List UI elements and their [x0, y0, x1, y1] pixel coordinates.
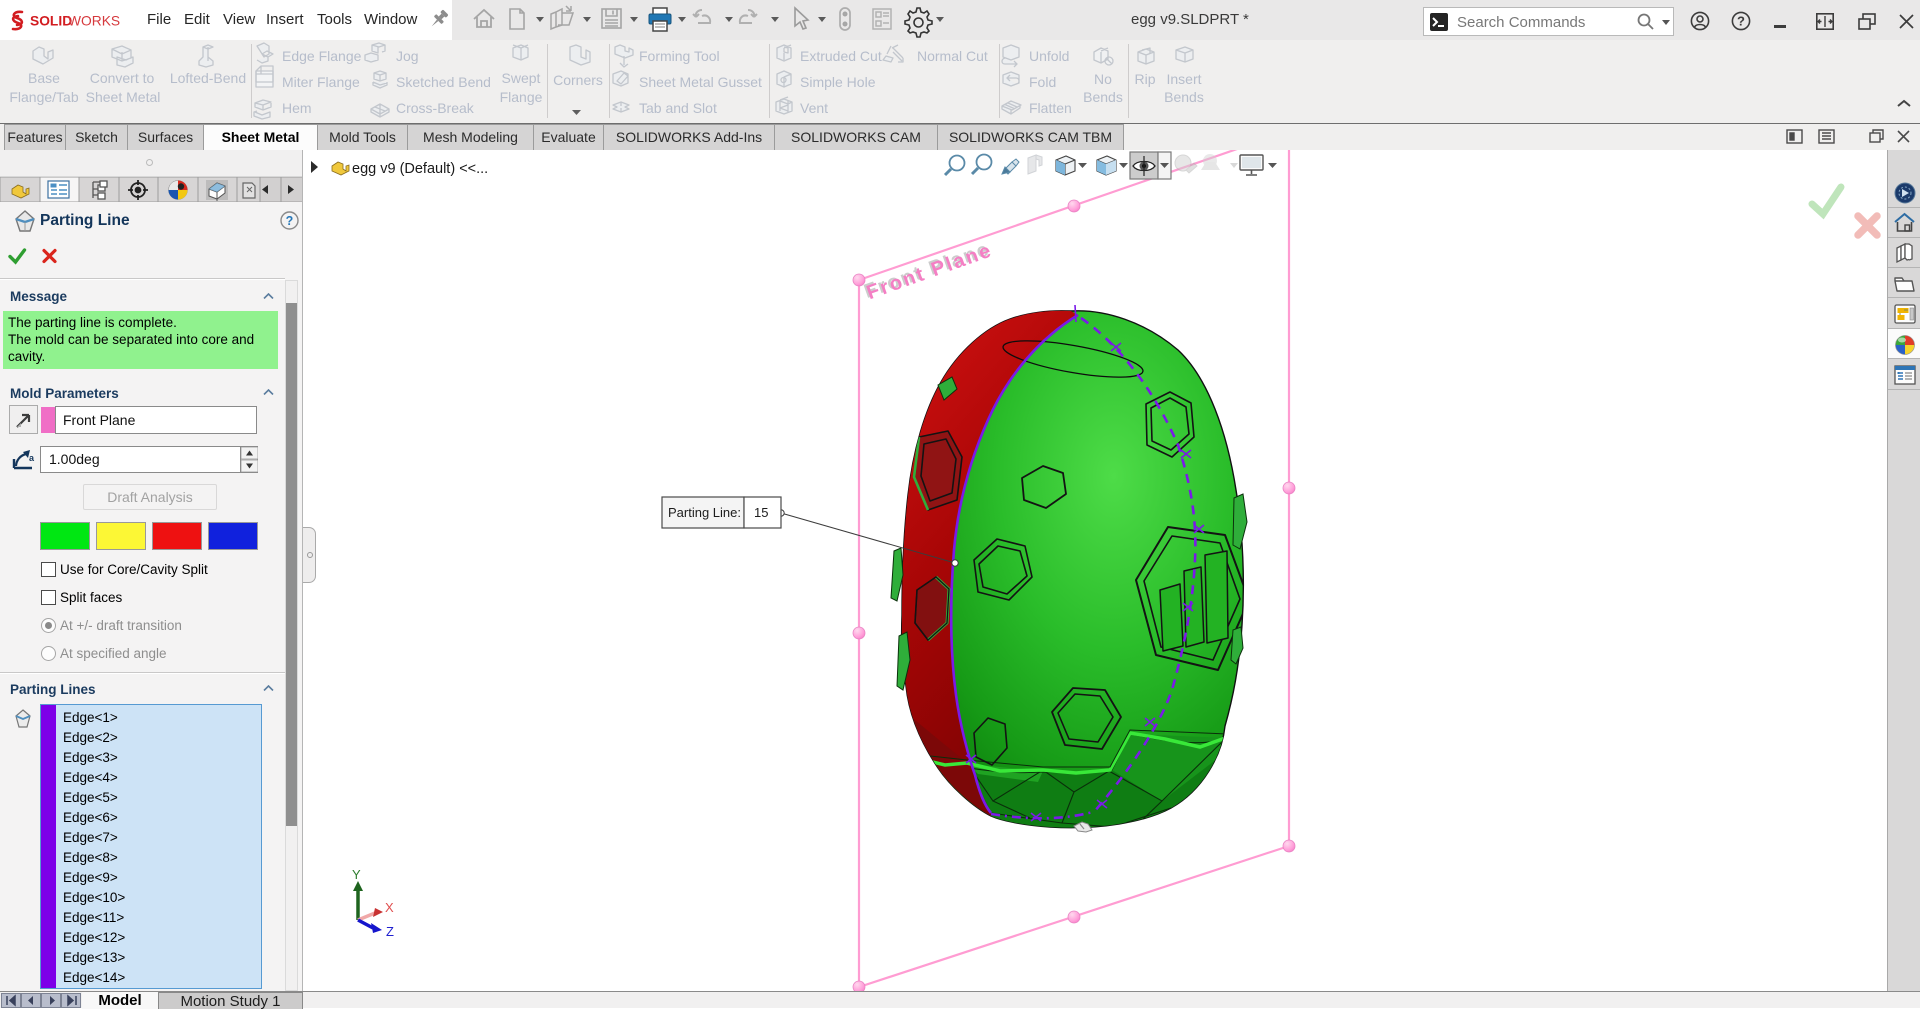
- svg-text:Z: Z: [386, 924, 394, 939]
- svg-text:?: ?: [1737, 14, 1745, 29]
- svg-text:Parting Line:: Parting Line:: [668, 505, 741, 520]
- svg-text:a: a: [29, 453, 35, 463]
- svg-text:WORKS: WORKS: [68, 14, 120, 29]
- svg-text:egg v9 (Default) <<...: egg v9 (Default) <<...: [352, 161, 488, 177]
- svg-text:?: ?: [286, 214, 294, 228]
- svg-text:X: X: [385, 900, 394, 915]
- svg-text:SOLID: SOLID: [30, 14, 72, 29]
- svg-text:Y: Y: [352, 867, 361, 882]
- svg-text:15: 15: [754, 505, 768, 520]
